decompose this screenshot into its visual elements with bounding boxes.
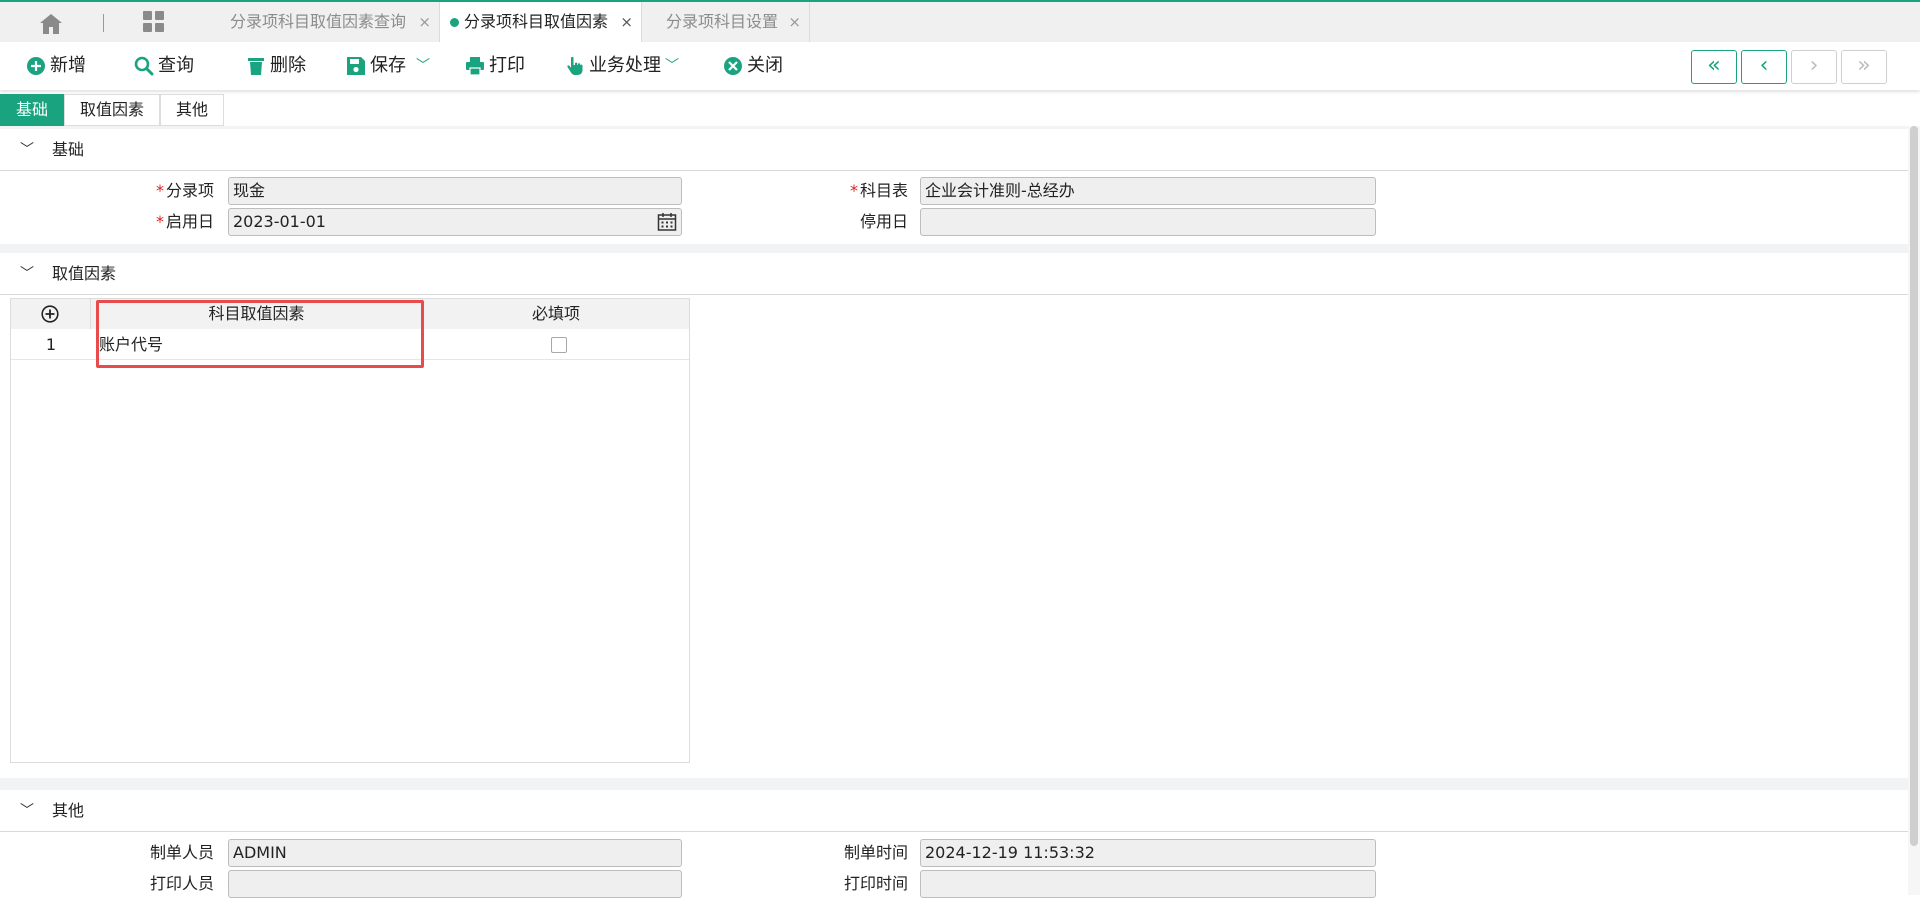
- stop-date-label: 停用日: [859, 212, 908, 231]
- delete-button[interactable]: 删除: [246, 54, 316, 78]
- add-row-header: [11, 299, 91, 329]
- chevron-down-icon[interactable]: ﹀: [20, 253, 34, 295]
- printer-field[interactable]: [228, 870, 682, 898]
- print-button[interactable]: 打印: [465, 54, 535, 78]
- section-title: 其他: [52, 801, 85, 820]
- print-time-label: 打印时间: [843, 874, 908, 893]
- next-record-button[interactable]: ›: [1791, 50, 1837, 84]
- window-tab-bar: 分录项科目取值因素查询 × 分录项科目取值因素 × 分录项科目设置 ×: [0, 0, 1920, 42]
- new-label: 新增: [50, 55, 86, 76]
- business-process-label: 业务处理: [589, 55, 661, 76]
- add-row-icon[interactable]: [41, 305, 59, 323]
- stop-date-field[interactable]: [920, 208, 1376, 236]
- other-section: ﹀ 其他 制单人员 ADMIN 制单时间 2024-12-19 11:53:32…: [0, 790, 1908, 898]
- tab-label: 分录项科目取值因素查询: [230, 12, 407, 31]
- chevron-down-icon[interactable]: ﹀: [416, 54, 430, 78]
- chevron-down-icon[interactable]: ﹀: [20, 129, 34, 171]
- required-checkbox[interactable]: [551, 337, 567, 353]
- close-icon[interactable]: ×: [620, 2, 633, 42]
- close-button[interactable]: 关闭: [723, 54, 793, 78]
- factors-table: 科目取值因素 必填项 1 账户代号: [10, 298, 690, 763]
- trash-icon: [248, 58, 264, 75]
- basic-section: ﹀ 基础 * 分录项 现金 * 科目表 企业会计准则-总经办 * 启用日 2023-0…: [0, 129, 1908, 244]
- search-icon: [134, 56, 154, 76]
- divider: [103, 14, 104, 32]
- row-number: 1: [11, 329, 91, 360]
- chart-of-accounts-field[interactable]: 企业会计准则-总经办: [920, 177, 1376, 205]
- start-date-label: * 启用日: [155, 212, 214, 231]
- create-time-field[interactable]: 2024-12-19 11:53:32: [920, 839, 1376, 867]
- entry-field[interactable]: 现金: [228, 177, 682, 205]
- column-header-factor[interactable]: 科目取值因素: [91, 299, 423, 329]
- entry-label: * 分录项: [155, 181, 214, 200]
- other-section-header[interactable]: ﹀ 其他: [0, 790, 1908, 832]
- start-date-value: 2023-01-01: [233, 212, 326, 231]
- section-title: 基础: [52, 140, 85, 159]
- floppy-disk-icon: [347, 57, 365, 75]
- start-date-field[interactable]: 2023-01-01: [228, 208, 682, 236]
- creator-label: 制单人员: [149, 843, 214, 862]
- home-icon[interactable]: [38, 12, 64, 36]
- print-time-field[interactable]: [920, 870, 1376, 898]
- column-header-required[interactable]: 必填项: [423, 299, 689, 329]
- last-record-button[interactable]: »: [1841, 50, 1887, 84]
- query-button[interactable]: 查询: [134, 54, 204, 78]
- hand-pointer-icon: [567, 56, 583, 75]
- printer-icon: [466, 57, 484, 76]
- basic-section-header[interactable]: ﹀ 基础: [0, 129, 1908, 171]
- active-dot-icon: [450, 18, 459, 27]
- create-time-label: 制单时间: [843, 843, 908, 862]
- printer-label: 打印人员: [149, 874, 214, 893]
- tab-subject-settings[interactable]: 分录项科目设置 ×: [642, 2, 810, 42]
- query-label: 查询: [158, 55, 194, 76]
- delete-label: 删除: [270, 55, 306, 76]
- chart-of-accounts-label: * 科目表: [849, 181, 908, 200]
- business-process-button[interactable]: 业务处理 ﹀: [565, 54, 685, 78]
- save-button[interactable]: 保存 ﹀: [346, 54, 436, 78]
- prev-record-button[interactable]: ‹: [1741, 50, 1787, 84]
- chevron-down-icon[interactable]: ﹀: [665, 54, 679, 78]
- apps-grid-icon[interactable]: [143, 11, 165, 33]
- factor-cell[interactable]: 账户代号: [91, 329, 423, 360]
- tab-subject-factor[interactable]: 分录项科目取值因素 ×: [440, 2, 642, 42]
- close-circle-icon: [724, 57, 742, 75]
- tab-label: 分录项科目设置: [666, 12, 779, 31]
- close-label: 关闭: [747, 55, 783, 76]
- chevron-down-icon[interactable]: ﹀: [20, 790, 34, 832]
- close-icon[interactable]: ×: [418, 2, 431, 42]
- scrollbar-thumb[interactable]: [1910, 126, 1918, 846]
- close-icon[interactable]: ×: [788, 2, 801, 42]
- save-label: 保存: [370, 55, 406, 76]
- print-label: 打印: [489, 55, 525, 76]
- tab-other[interactable]: 其他: [160, 94, 224, 126]
- plus-circle-icon: [27, 57, 45, 75]
- tab-subject-factor-query[interactable]: 分录项科目取值因素查询 ×: [206, 2, 440, 42]
- new-button[interactable]: 新增: [26, 54, 96, 78]
- creator-field[interactable]: ADMIN: [228, 839, 682, 867]
- tab-factors[interactable]: 取值因素: [64, 94, 160, 126]
- toolbar: 新增 查询 删除 保存 ﹀ 打印 业务处理 ﹀ 关闭: [0, 42, 1920, 90]
- tab-label: 分录项科目取值因素: [464, 12, 609, 31]
- section-title: 取值因素: [52, 264, 117, 283]
- vertical-scrollbar[interactable]: [1908, 126, 1920, 895]
- first-record-button[interactable]: «: [1691, 50, 1737, 84]
- tab-basic[interactable]: 基础: [0, 94, 64, 126]
- factors-section-header[interactable]: ﹀ 取值因素: [0, 253, 1908, 295]
- calendar-icon[interactable]: [657, 212, 677, 232]
